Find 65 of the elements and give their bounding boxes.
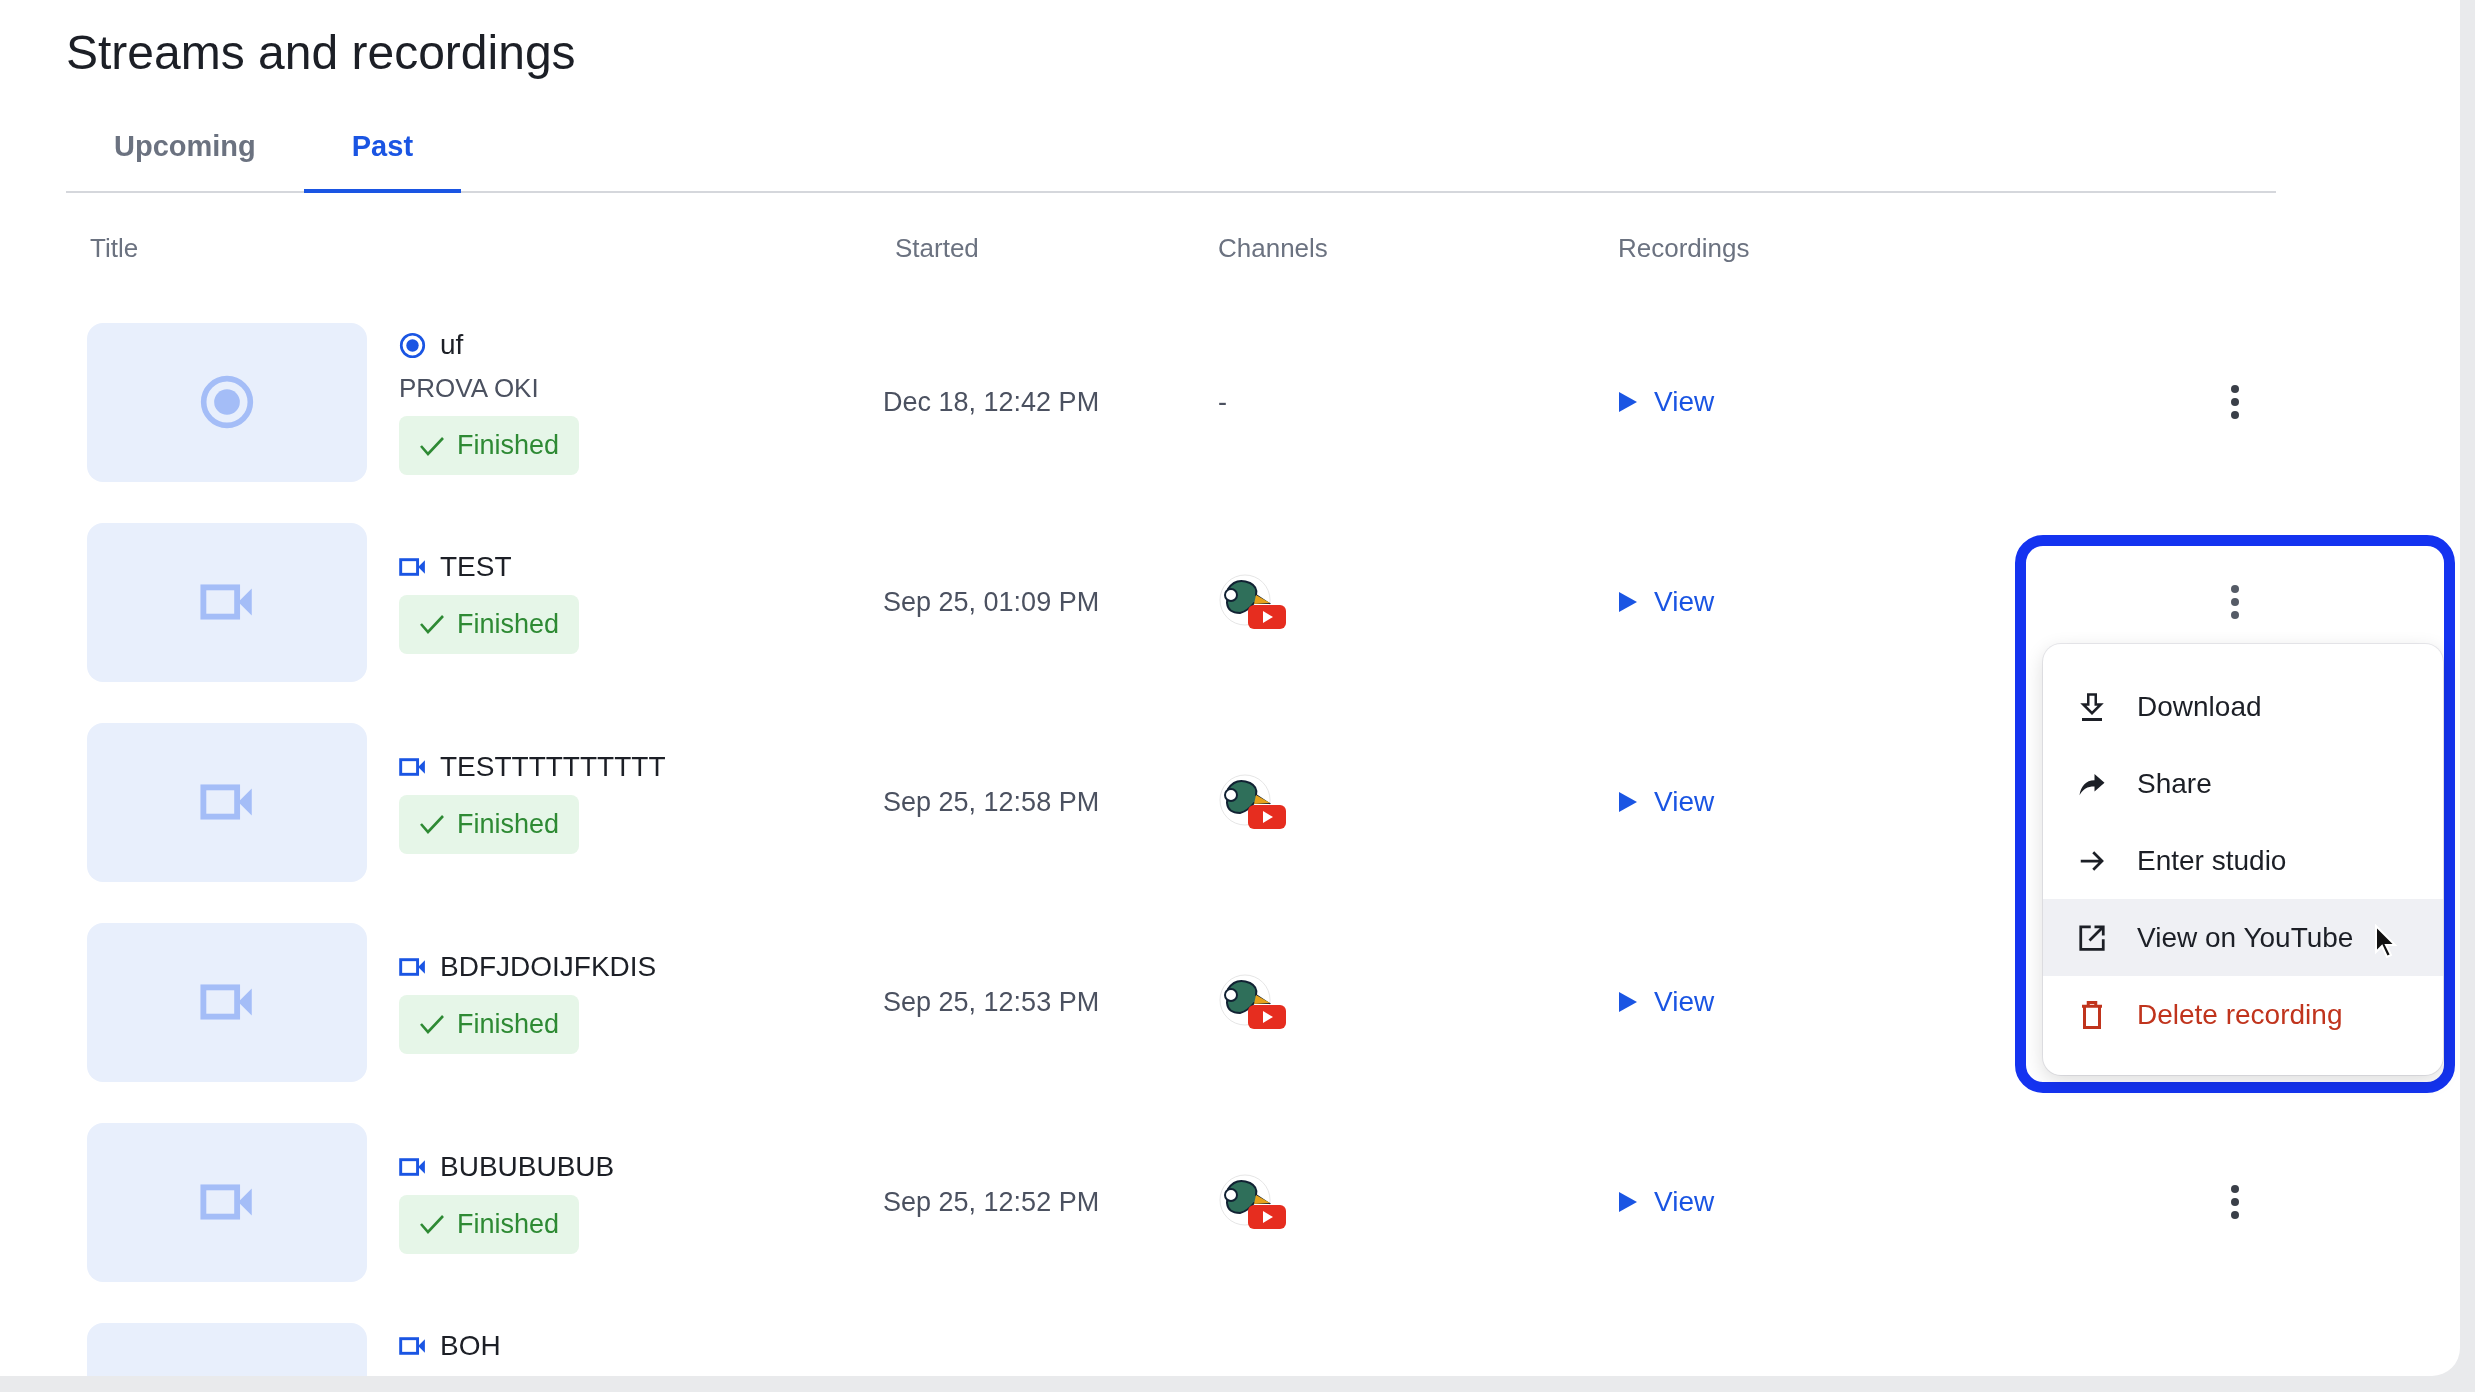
video-camera-icon: [200, 984, 254, 1020]
start-time: Sep 25, 12:53 PM: [883, 986, 1100, 1018]
stream-title: TEST: [440, 550, 512, 583]
external-link-icon: [2077, 922, 2107, 953]
more-icon[interactable]: [2230, 1184, 2240, 1220]
view-link[interactable]: View: [1618, 386, 1715, 418]
more-icon[interactable]: [2230, 584, 2240, 620]
page-title: Streams and recordings: [66, 25, 577, 81]
start-time: Dec 18, 12:42 PM: [883, 386, 1100, 418]
more-icon[interactable]: [2230, 384, 2240, 420]
start-time: Sep 25, 12:52 PM: [883, 1186, 1100, 1218]
menu-item[interactable]: Download: [2043, 668, 2443, 745]
duck-avatar-icon: [1218, 573, 1288, 631]
status-badge: Finished: [399, 1194, 580, 1254]
video-camera-icon: [200, 784, 254, 820]
stream-title: uf: [440, 329, 464, 361]
video-camera-icon: [399, 1337, 426, 1355]
play-icon: [1618, 1191, 1638, 1213]
video-camera-icon: [200, 584, 254, 620]
play-icon: [1618, 791, 1638, 813]
tab[interactable]: Upcoming: [66, 130, 304, 193]
view-link[interactable]: View: [1618, 986, 1715, 1018]
channel-text: -: [1218, 386, 1227, 418]
play-icon: [1618, 991, 1638, 1013]
menu-item[interactable]: Delete recording: [2043, 976, 2443, 1053]
video-camera-icon: [399, 757, 426, 776]
stream-title: BOH: [440, 1330, 501, 1362]
column-header: Title: [89, 232, 140, 265]
start-time: Sep 25, 12:58 PM: [883, 786, 1100, 818]
menu-item[interactable]: Share: [2043, 745, 2443, 822]
view-link[interactable]: View: [1618, 786, 1715, 818]
menu-item[interactable]: View on YouTube: [2043, 899, 2443, 976]
view-link[interactable]: View: [1618, 1186, 1715, 1218]
play-icon: [1618, 591, 1638, 613]
check-icon: [419, 1213, 445, 1235]
stream-subtitle: PROVA OKI: [399, 373, 540, 404]
stream-title: BUBUBUBUB: [440, 1150, 615, 1183]
video-camera-icon: [399, 957, 426, 976]
status-badge: Finished: [399, 594, 580, 654]
record-icon: [399, 331, 426, 359]
check-icon: [419, 1013, 445, 1035]
tab[interactable]: Past: [303, 130, 462, 193]
start-time: Sep 25, 01:09 PM: [883, 586, 1100, 618]
video-camera-icon: [200, 1184, 254, 1220]
record-icon: [199, 374, 255, 430]
stream-title: BDFJDOIJFKDIS: [440, 950, 657, 983]
cursor-icon: [2374, 924, 2398, 960]
play-icon: [1618, 391, 1638, 413]
download-icon: [2077, 691, 2107, 722]
status-badge: Finished: [399, 416, 580, 475]
column-header: Channels: [1218, 232, 1329, 265]
column-header: Started: [895, 232, 980, 265]
video-camera-icon: [399, 1157, 426, 1176]
status-badge: Finished: [399, 794, 580, 854]
duck-avatar-icon: [1218, 973, 1288, 1031]
duck-avatar-icon: [1218, 1173, 1288, 1231]
status-badge: Finished: [399, 994, 580, 1054]
column-header: Recordings: [1618, 232, 1751, 265]
check-icon: [419, 813, 445, 835]
menu-item[interactable]: Enter studio: [2043, 822, 2443, 899]
view-link[interactable]: View: [1618, 586, 1715, 618]
video-camera-icon: [399, 557, 426, 576]
stream-title: TESTTTTTTTTTT: [440, 750, 666, 783]
duck-avatar-icon: [1218, 773, 1288, 831]
check-icon: [419, 613, 445, 635]
